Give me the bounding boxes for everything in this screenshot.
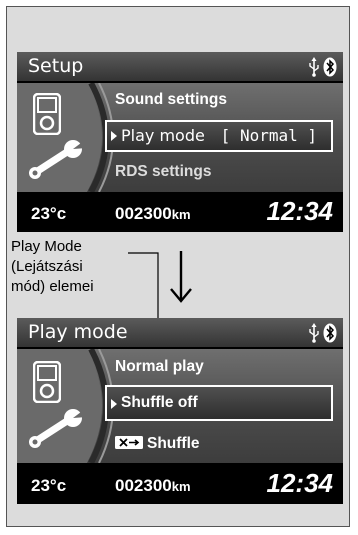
media-player-icon	[33, 93, 61, 135]
annotation-line: mód) elemei	[11, 278, 94, 295]
usb-icon	[309, 322, 319, 343]
menu-item-shuffle[interactable]: Shuffle	[115, 435, 200, 453]
menu-item-sound-settings[interactable]: Sound settings	[115, 91, 227, 109]
menu-item-label: Shuffle off	[121, 394, 198, 411]
menu-item-label: Sound settings	[115, 91, 227, 108]
menu-item-rds-settings[interactable]: RDS settings	[115, 163, 211, 181]
media-player-icon	[33, 361, 61, 403]
status-icons	[308, 322, 337, 343]
clock: 12:34	[266, 468, 334, 498]
status-bar: 23°c 002300km 12:34	[17, 194, 343, 232]
setup-screen: Setup Sound settings Play mode [Normal …	[17, 52, 343, 232]
play-mode-screen: Play mode Normal play Shuffle off Shuffl…	[17, 318, 343, 504]
usb-icon	[309, 56, 319, 77]
menu-item-label: RDS settings	[115, 163, 212, 180]
bluetooth-icon	[323, 323, 337, 342]
menu-item-play-mode[interactable]: Play mode [ Normal ]	[105, 120, 333, 152]
wrench-icon	[29, 140, 87, 179]
down-arrow-icon	[170, 251, 192, 303]
title-bar: Play mode	[17, 318, 343, 347]
odometer-value: 002300	[115, 476, 172, 495]
clock: 12:34	[266, 196, 334, 226]
odometer-unit: km	[171, 207, 191, 222]
odometer-value: 002300	[115, 204, 172, 223]
wrench-icon	[29, 409, 87, 448]
annotation-label: Play Mode (Lejátszási mód) elemei	[11, 237, 151, 297]
odometer-unit: km	[171, 479, 191, 494]
shuffle-icon	[115, 436, 143, 449]
play-mode-value: [ Normal ]	[220, 126, 317, 145]
odometer: 002300km	[115, 204, 191, 224]
menu-item-label: Normal play	[115, 358, 204, 375]
annotation-line: Play Mode	[11, 238, 82, 255]
menu-panel: Normal play Shuffle off Shuffle	[17, 349, 343, 463]
status-bar: 23°c 002300km 12:34	[17, 466, 343, 504]
menu-panel: Sound settings Play mode [ Normal ] RDS …	[17, 83, 343, 192]
screen-title: Setup	[28, 55, 84, 77]
menu-item-shuffle-off[interactable]: Shuffle off	[105, 385, 333, 421]
menu-item-label: Play mode	[121, 126, 205, 145]
bluetooth-icon	[323, 57, 337, 76]
temperature: 23°c	[31, 476, 67, 495]
selection-arrow-icon	[111, 399, 117, 409]
odometer: 002300km	[115, 476, 191, 496]
selection-arrow-icon	[111, 131, 117, 141]
status-icons	[308, 56, 337, 77]
menu-item-normal-play[interactable]: Normal play	[115, 358, 204, 376]
title-bar: Setup	[17, 52, 343, 81]
annotation-line: (Lejátszási	[11, 258, 83, 275]
menu-item-label: Shuffle	[147, 435, 200, 452]
temperature: 23°c	[31, 204, 67, 223]
screen-title: Play mode	[28, 321, 128, 343]
